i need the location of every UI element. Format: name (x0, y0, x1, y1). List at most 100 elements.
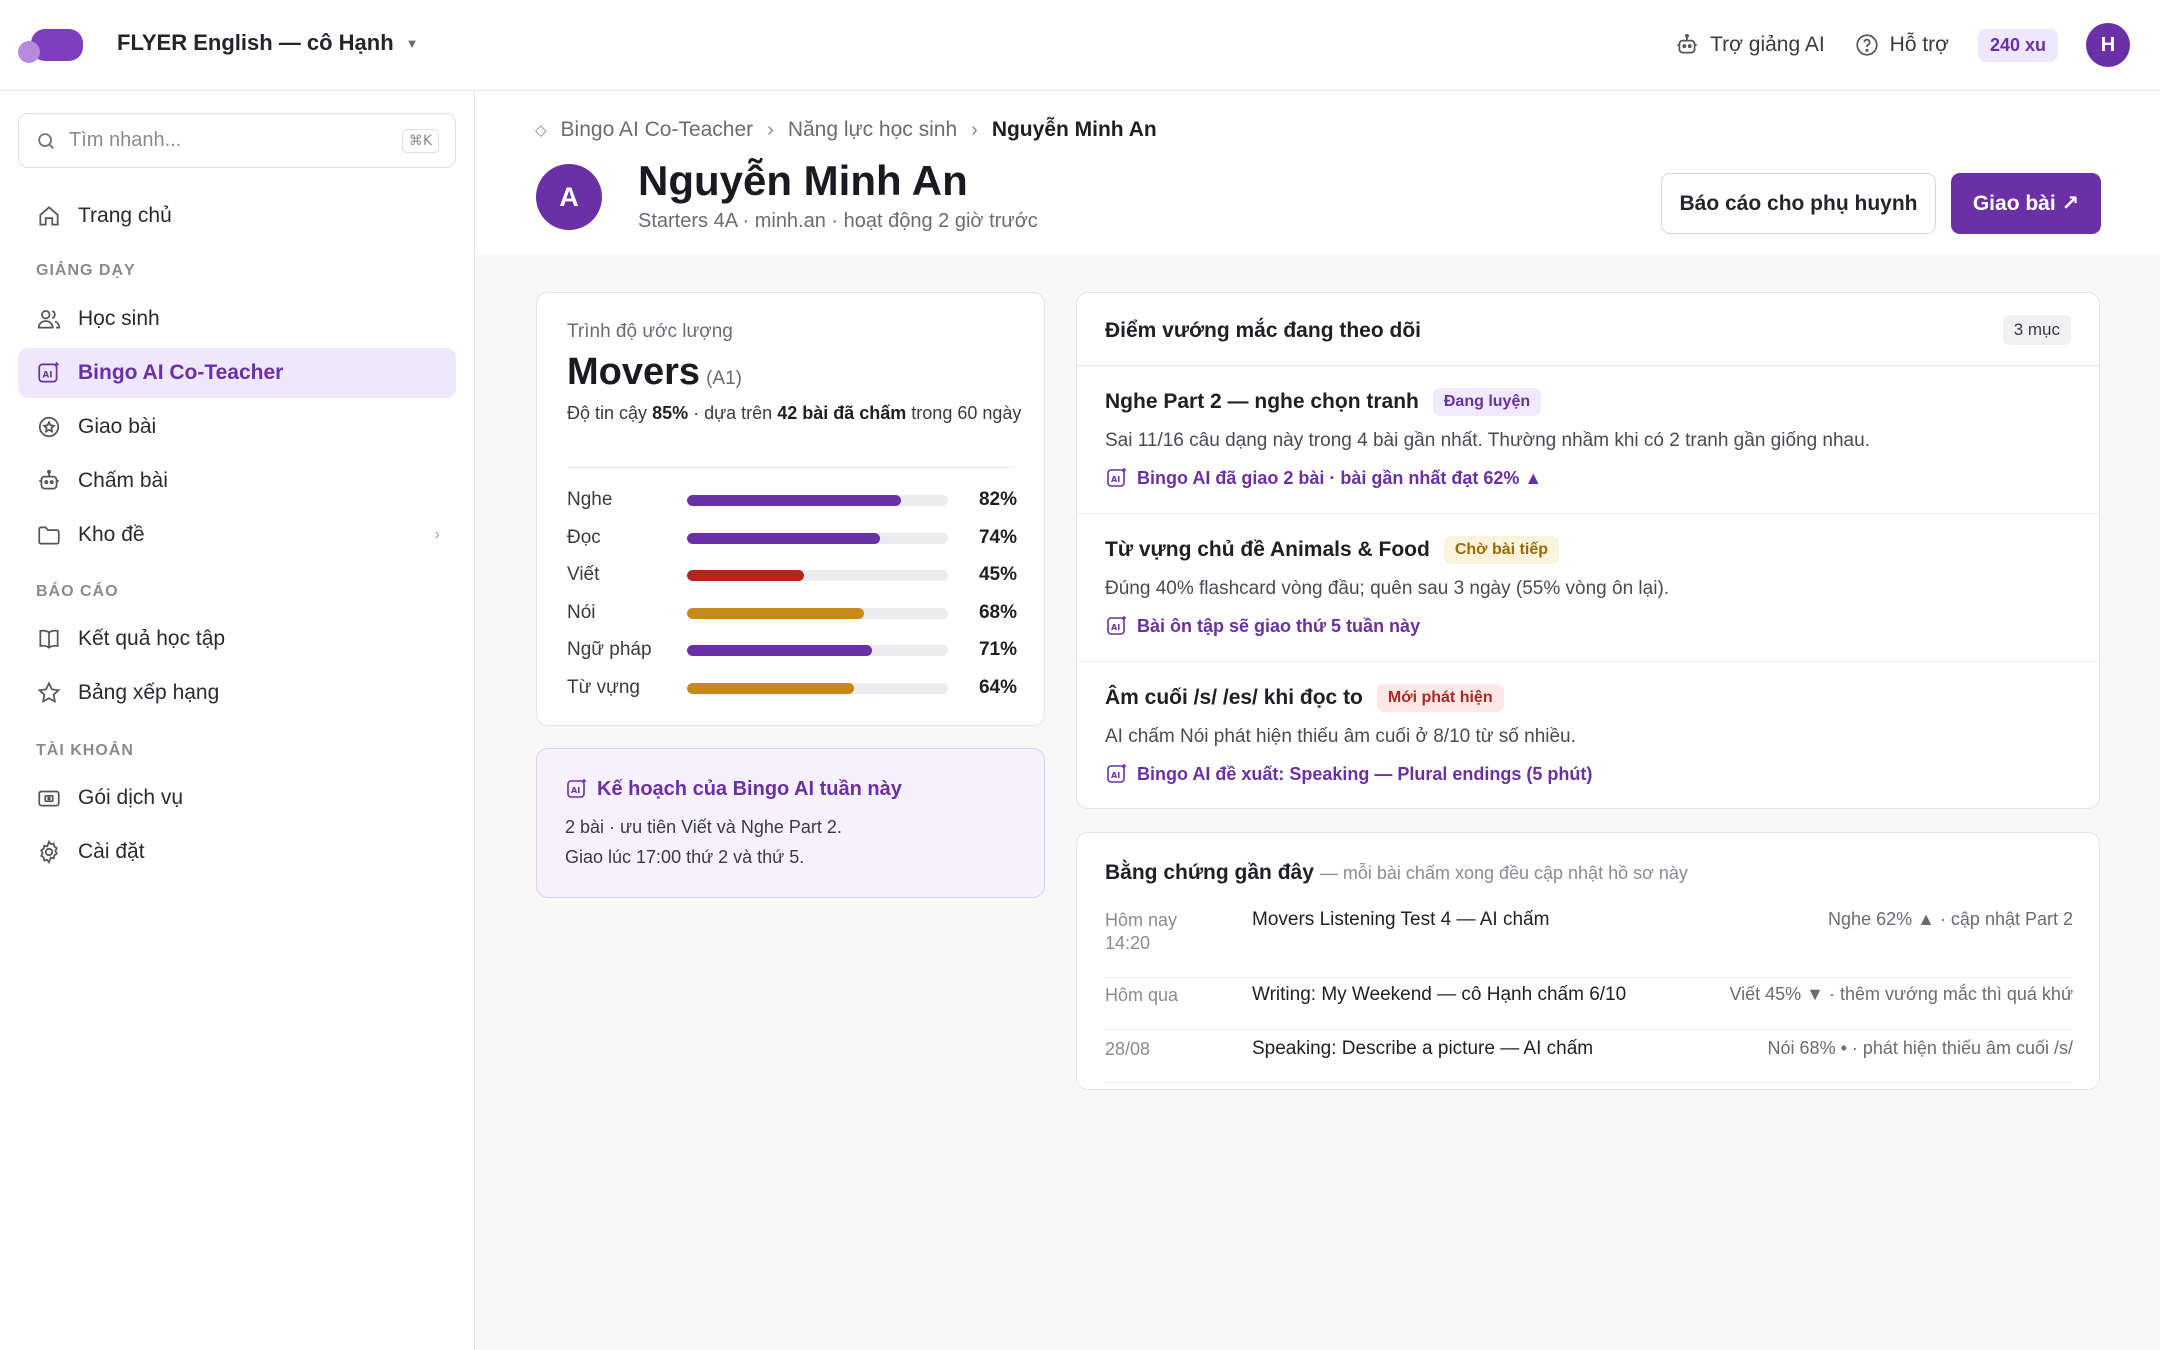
skill-name: Ngữ pháp (567, 639, 652, 660)
app-logo[interactable] (17, 27, 83, 63)
conf-mid: · dựa trên (693, 403, 773, 423)
evidence-row[interactable]: Hôm nay 14:20 Movers Listening Test 4 — … (1105, 909, 2073, 978)
evidence-name: Writing: My Weekend — cô Hạnh chấm 6/10 (1252, 984, 1627, 1005)
plan-line: 2 bài · ưu tiên Viết và Nghe Part 2. (565, 817, 842, 837)
obstacles-header: Điểm vướng mắc đang theo dõi 3 mục (1077, 293, 2099, 366)
plan-line: Giao lúc 17:00 thứ 2 và thứ 5. (565, 847, 805, 867)
sidebar-item-label: Giao bài (78, 415, 157, 438)
svg-text:AI: AI (571, 786, 580, 795)
evidence-result: Nghe 62% ▲ · cập nhật Part 2 (1828, 909, 2073, 929)
obstacle-title-text: Từ vựng chủ đề Animals & Food (1105, 538, 1430, 561)
sidebar-item-label: Bảng xếp hạng (78, 681, 220, 704)
obstacle-item[interactable]: Từ vựng chủ đề Animals & Food Chờ bài ti… (1077, 514, 2099, 662)
evidence-row[interactable]: 28/08 Speaking: Describe a picture — AI … (1105, 1038, 2073, 1083)
status-badge: Mới phát hiện (1376, 684, 1504, 712)
evidence-row[interactable]: Hôm qua Writing: My Weekend — cô Hạnh ch… (1105, 984, 2073, 1030)
skill-bar (687, 532, 948, 544)
skill-bar-fill (687, 569, 805, 581)
skill-name: Đọc (567, 527, 601, 548)
support-link[interactable]: Hỗ trợ (1854, 32, 1949, 58)
skill-bar-fill (687, 494, 902, 506)
workspace-switcher[interactable]: FLYER English — cô Hạnh ▼ (117, 30, 419, 56)
conf-value: 85% (652, 403, 689, 423)
parent-report-button[interactable]: Báo cáo cho phụ huynh (1661, 173, 1936, 234)
sidebar-item-students[interactable]: Học sinh (18, 294, 456, 344)
skill-value: 82% (978, 489, 1017, 510)
skill-bar (687, 607, 948, 619)
sidebar-item-label: Chấm bài (78, 469, 168, 492)
skill-bar (687, 644, 948, 656)
obstacle-ai-text: Bingo AI đã giao 2 bài · bài gần nhất đạ… (1137, 467, 1543, 488)
svg-text:AI: AI (1111, 475, 1120, 484)
obstacle-item[interactable]: Âm cuối /s/ /es/ khi đọc to Mới phát hiệ… (1077, 662, 2099, 810)
breadcrumb-root[interactable]: Bingo AI Co-Teacher (561, 118, 754, 142)
robot-icon (1677, 33, 1697, 54)
evidence-result: Nói 68% • · phát hiện thiếu âm cuối /s/ (1767, 1038, 2073, 1058)
page-title: Nguyễn Minh An (638, 157, 968, 204)
ai-assistant-link[interactable]: Trợ giảng AI (1674, 32, 1825, 58)
skill-bar-fill (687, 644, 873, 656)
folder-icon (38, 526, 60, 545)
users-icon (37, 310, 61, 329)
chevron-right-icon: › (767, 118, 774, 141)
level-confidence: Độ tin cậy 85% · dựa trên 42 bài đã chấm… (567, 402, 1027, 424)
breadcrumb-middle[interactable]: Năng lực học sinh (788, 118, 957, 142)
obstacle-title: Nghe Part 2 — nghe chọn tranh Đang luyện (1105, 388, 1542, 416)
section-account: TÀI KHOẢN (36, 742, 134, 759)
sidebar-item-exam-bank[interactable]: Kho đề › (18, 510, 456, 560)
quick-search[interactable]: ⌘K (18, 113, 456, 168)
skill-value: 74% (978, 527, 1017, 548)
obstacle-description: Sai 11/16 câu dạng này trong 4 bài gần n… (1105, 430, 1870, 451)
robot-icon (39, 469, 59, 490)
chevron-down-icon: ▼ (405, 35, 419, 51)
obstacle-title: Từ vựng chủ đề Animals & Food Chờ bài ti… (1105, 536, 1559, 564)
sidebar-item-ranking[interactable]: Bảng xếp hạng (18, 668, 456, 718)
conf-suffix: trong 60 ngày (911, 403, 1022, 423)
search-shortcut: ⌘K (401, 128, 439, 153)
status-badge: Đang luyện (1432, 388, 1542, 416)
skill-value: 68% (978, 602, 1017, 623)
status-badge: Chờ bài tiếp (1443, 536, 1559, 564)
breadcrumb-current: Nguyễn Minh An (991, 118, 1157, 141)
sidebar-item-assign[interactable]: Giao bài (18, 402, 456, 452)
obstacle-description: AI chấm Nói phát hiện thiếu âm cuối ở 8/… (1105, 726, 1576, 747)
evidence-date: Hôm qua (1105, 985, 1179, 1005)
obstacles-count-badge: 3 mục (2002, 315, 2071, 345)
sidebar-item-home[interactable]: Trang chủ (18, 191, 456, 241)
obstacles-title: Điểm vướng mắc đang theo dõi (1105, 319, 1422, 342)
obstacle-item[interactable]: Nghe Part 2 — nghe chọn tranh Đang luyện… (1077, 366, 2099, 514)
sidebar-item-settings[interactable]: Cài đặt (18, 827, 456, 877)
top-bar: FLYER English — cô Hạnh ▼ Trợ giảng AI H… (0, 0, 2160, 91)
sidebar-item-label: Gói dịch vụ (78, 786, 184, 809)
sidebar: ⌘K Trang chủ GIẢNG DẠY Học sinh AI Bingo… (0, 91, 475, 1350)
chevron-right-icon: › (434, 526, 440, 543)
obstacle-description: Đúng 40% flashcard vòng đầu; quên sau 3 … (1105, 578, 1670, 599)
evidence-title-text: Bằng chứng gần đây (1105, 861, 1314, 884)
help-icon (1856, 34, 1878, 56)
evidence-date: 28/08 (1105, 1039, 1151, 1059)
search-input[interactable] (69, 129, 402, 152)
skill-bar-fill (687, 682, 855, 694)
sidebar-item-label: Trang chủ (78, 204, 172, 227)
obstacle-ai-action[interactable]: AI Bingo AI đề xuất: Speaking — Plural e… (1105, 762, 1592, 786)
level-card: Trình độ ước lượng Movers (A1) Độ tin cậy… (536, 292, 1045, 726)
top-actions: Trợ giảng AI Hỗ trợ 240 xu H (1674, 22, 2130, 68)
skill-name: Từ vựng (567, 677, 640, 698)
user-avatar[interactable]: H (2086, 23, 2130, 67)
obstacle-ai-action[interactable]: AI Bài ôn tập sẽ giao thứ 5 tuần này (1105, 614, 1420, 638)
obstacle-ai-action[interactable]: AI Bingo AI đã giao 2 bài · bài gần nhất… (1105, 466, 1542, 490)
wallet-icon (38, 790, 60, 807)
assign-button[interactable]: Giao bài ↗ (1951, 173, 2101, 234)
level-label: Trình độ ước lượng (567, 321, 733, 342)
sidebar-item-co-teacher[interactable]: AI Bingo AI Co-Teacher (18, 348, 456, 398)
sidebar-item-grading[interactable]: Chấm bài (18, 456, 456, 506)
sidebar-item-results[interactable]: Kết quả học tập (18, 614, 456, 664)
evidence-title: Bằng chứng gần đây — mỗi bài chấm xong đề… (1105, 861, 1688, 885)
ai-plan-card: AI Kế hoạch của Bingo AI tuần này 2 bài … (536, 748, 1045, 898)
skill-value: 71% (978, 639, 1017, 660)
skill-row: Nói 68% (567, 601, 1017, 625)
evidence-card: Bằng chứng gần đây — mỗi bài chấm xong đề… (1076, 832, 2100, 1090)
sidebar-item-plans[interactable]: Gói dịch vụ (18, 773, 456, 823)
skill-bar (687, 569, 948, 581)
sidebar-item-label: Kết quả học tập (78, 627, 226, 650)
